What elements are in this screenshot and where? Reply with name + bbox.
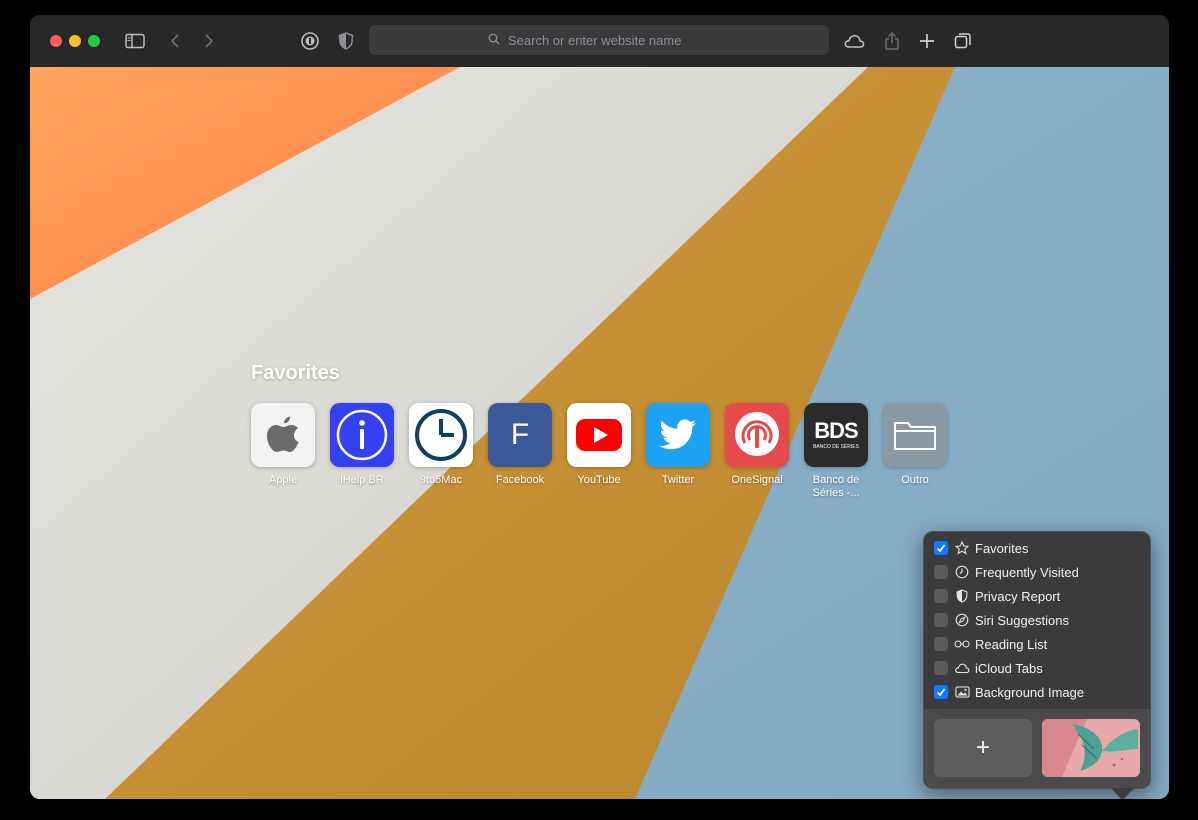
background-thumbnail-butterfly[interactable] — [1042, 719, 1140, 777]
favorite-label: Outro — [901, 474, 929, 486]
favorite-folder-outro[interactable]: Outro — [883, 403, 947, 487]
favorite-facebook[interactable]: F Facebook — [488, 403, 552, 487]
siri-suggestions-checkbox[interactable] — [934, 613, 948, 627]
option-label: iCloud Tabs — [975, 660, 1043, 676]
safari-window: Favorites Apple iHelp BR 9to5Mac F Faceb… — [30, 15, 1169, 799]
clock-icon — [409, 403, 473, 467]
customize-start-page-popover: Favorites Frequently Visited Privacy Rep… — [923, 531, 1151, 799]
twitter-bird-icon — [646, 403, 710, 467]
option-label: Background Image — [975, 684, 1085, 700]
address-bar[interactable] — [369, 25, 829, 55]
info-icon — [330, 403, 394, 467]
favorite-label: OneSignal — [731, 474, 783, 486]
favorite-label: YouTube — [577, 474, 621, 486]
facebook-letter: F — [510, 418, 530, 451]
password-icon[interactable] — [297, 28, 323, 54]
favorite-label: 9to5Mac — [419, 474, 463, 486]
start-page: Favorites Apple iHelp BR 9to5Mac F Faceb… — [30, 67, 1169, 799]
option-frequently-visited[interactable]: Frequently Visited — [934, 562, 1079, 582]
option-background-image[interactable]: Background Image — [934, 682, 1084, 702]
address-input[interactable] — [506, 31, 710, 49]
apple-logo-icon — [251, 403, 315, 467]
add-background-button[interactable]: + — [934, 719, 1032, 777]
option-siri-suggestions[interactable]: Siri Suggestions — [934, 610, 1069, 630]
favorite-youtube[interactable]: YouTube — [567, 403, 631, 487]
icloud-tabs-checkbox[interactable] — [934, 661, 948, 675]
favorite-banco-de-series[interactable]: BDS BANCO DE SÉRIES Banco de Séries -... — [804, 403, 868, 500]
option-icloud-tabs[interactable]: iCloud Tabs — [934, 658, 1043, 678]
option-label: Reading List — [975, 636, 1048, 652]
icloud-icon[interactable] — [841, 28, 867, 54]
favorites-checkbox[interactable] — [934, 541, 948, 555]
bds-logo-text: BDS — [814, 418, 858, 443]
shield-icon — [954, 588, 970, 604]
back-icon[interactable] — [162, 28, 188, 54]
image-icon — [954, 684, 970, 700]
option-label: Favorites — [975, 540, 1029, 556]
clock-icon — [954, 564, 970, 580]
favorite-label: Facebook — [495, 474, 545, 486]
cloud-icon — [954, 660, 970, 676]
favorite-ihelp-br[interactable]: iHelp BR — [330, 403, 394, 487]
compass-icon — [954, 612, 970, 628]
favorite-label: iHelp BR — [340, 474, 384, 486]
privacy-report-checkbox[interactable] — [934, 589, 948, 603]
youtube-play-icon — [567, 403, 631, 467]
forward-icon[interactable] — [196, 28, 222, 54]
favorite-label: Apple — [268, 474, 298, 486]
frequently-visited-checkbox[interactable] — [934, 565, 948, 579]
privacy-shield-icon[interactable] — [333, 28, 359, 54]
bds-logo-subtext: BANCO DE SÉRIES — [813, 444, 859, 450]
share-icon[interactable] — [879, 28, 905, 54]
favorites-title: Favorites — [251, 362, 340, 384]
letter-f-icon: F — [488, 403, 552, 467]
toolbar — [30, 15, 1169, 68]
folder-icon — [883, 403, 947, 467]
option-label: Frequently Visited — [975, 564, 1079, 580]
glasses-icon — [954, 636, 970, 652]
option-label: Privacy Report — [975, 588, 1061, 604]
option-privacy-report[interactable]: Privacy Report — [934, 586, 1060, 606]
search-icon — [488, 33, 500, 48]
option-reading-list[interactable]: Reading List — [934, 634, 1047, 654]
favorite-onesignal[interactable]: OneSignal — [725, 403, 789, 487]
minimize-window-button[interactable] — [69, 35, 81, 47]
bds-logo-icon: BDS BANCO DE SÉRIES — [804, 403, 868, 467]
reading-list-checkbox[interactable] — [934, 637, 948, 651]
zoom-window-button[interactable] — [88, 35, 100, 47]
tab-overview-icon[interactable] — [950, 28, 976, 54]
onesignal-icon — [725, 403, 789, 467]
new-tab-icon[interactable] — [914, 28, 940, 54]
option-favorites[interactable]: Favorites — [934, 538, 1028, 558]
favorite-twitter[interactable]: Twitter — [646, 403, 710, 487]
option-label: Siri Suggestions — [975, 612, 1069, 628]
close-window-button[interactable] — [50, 35, 62, 47]
star-icon — [954, 540, 970, 556]
favorite-label: Twitter — [661, 474, 695, 486]
sidebar-icon[interactable] — [122, 28, 148, 54]
background-image-picker: + — [924, 709, 1150, 788]
favorite-label: Banco de Séries -... — [812, 474, 860, 499]
favorite-apple[interactable]: Apple — [251, 403, 315, 487]
background-image-checkbox[interactable] — [934, 685, 948, 699]
favorite-9to5mac[interactable]: 9to5Mac — [409, 403, 473, 487]
